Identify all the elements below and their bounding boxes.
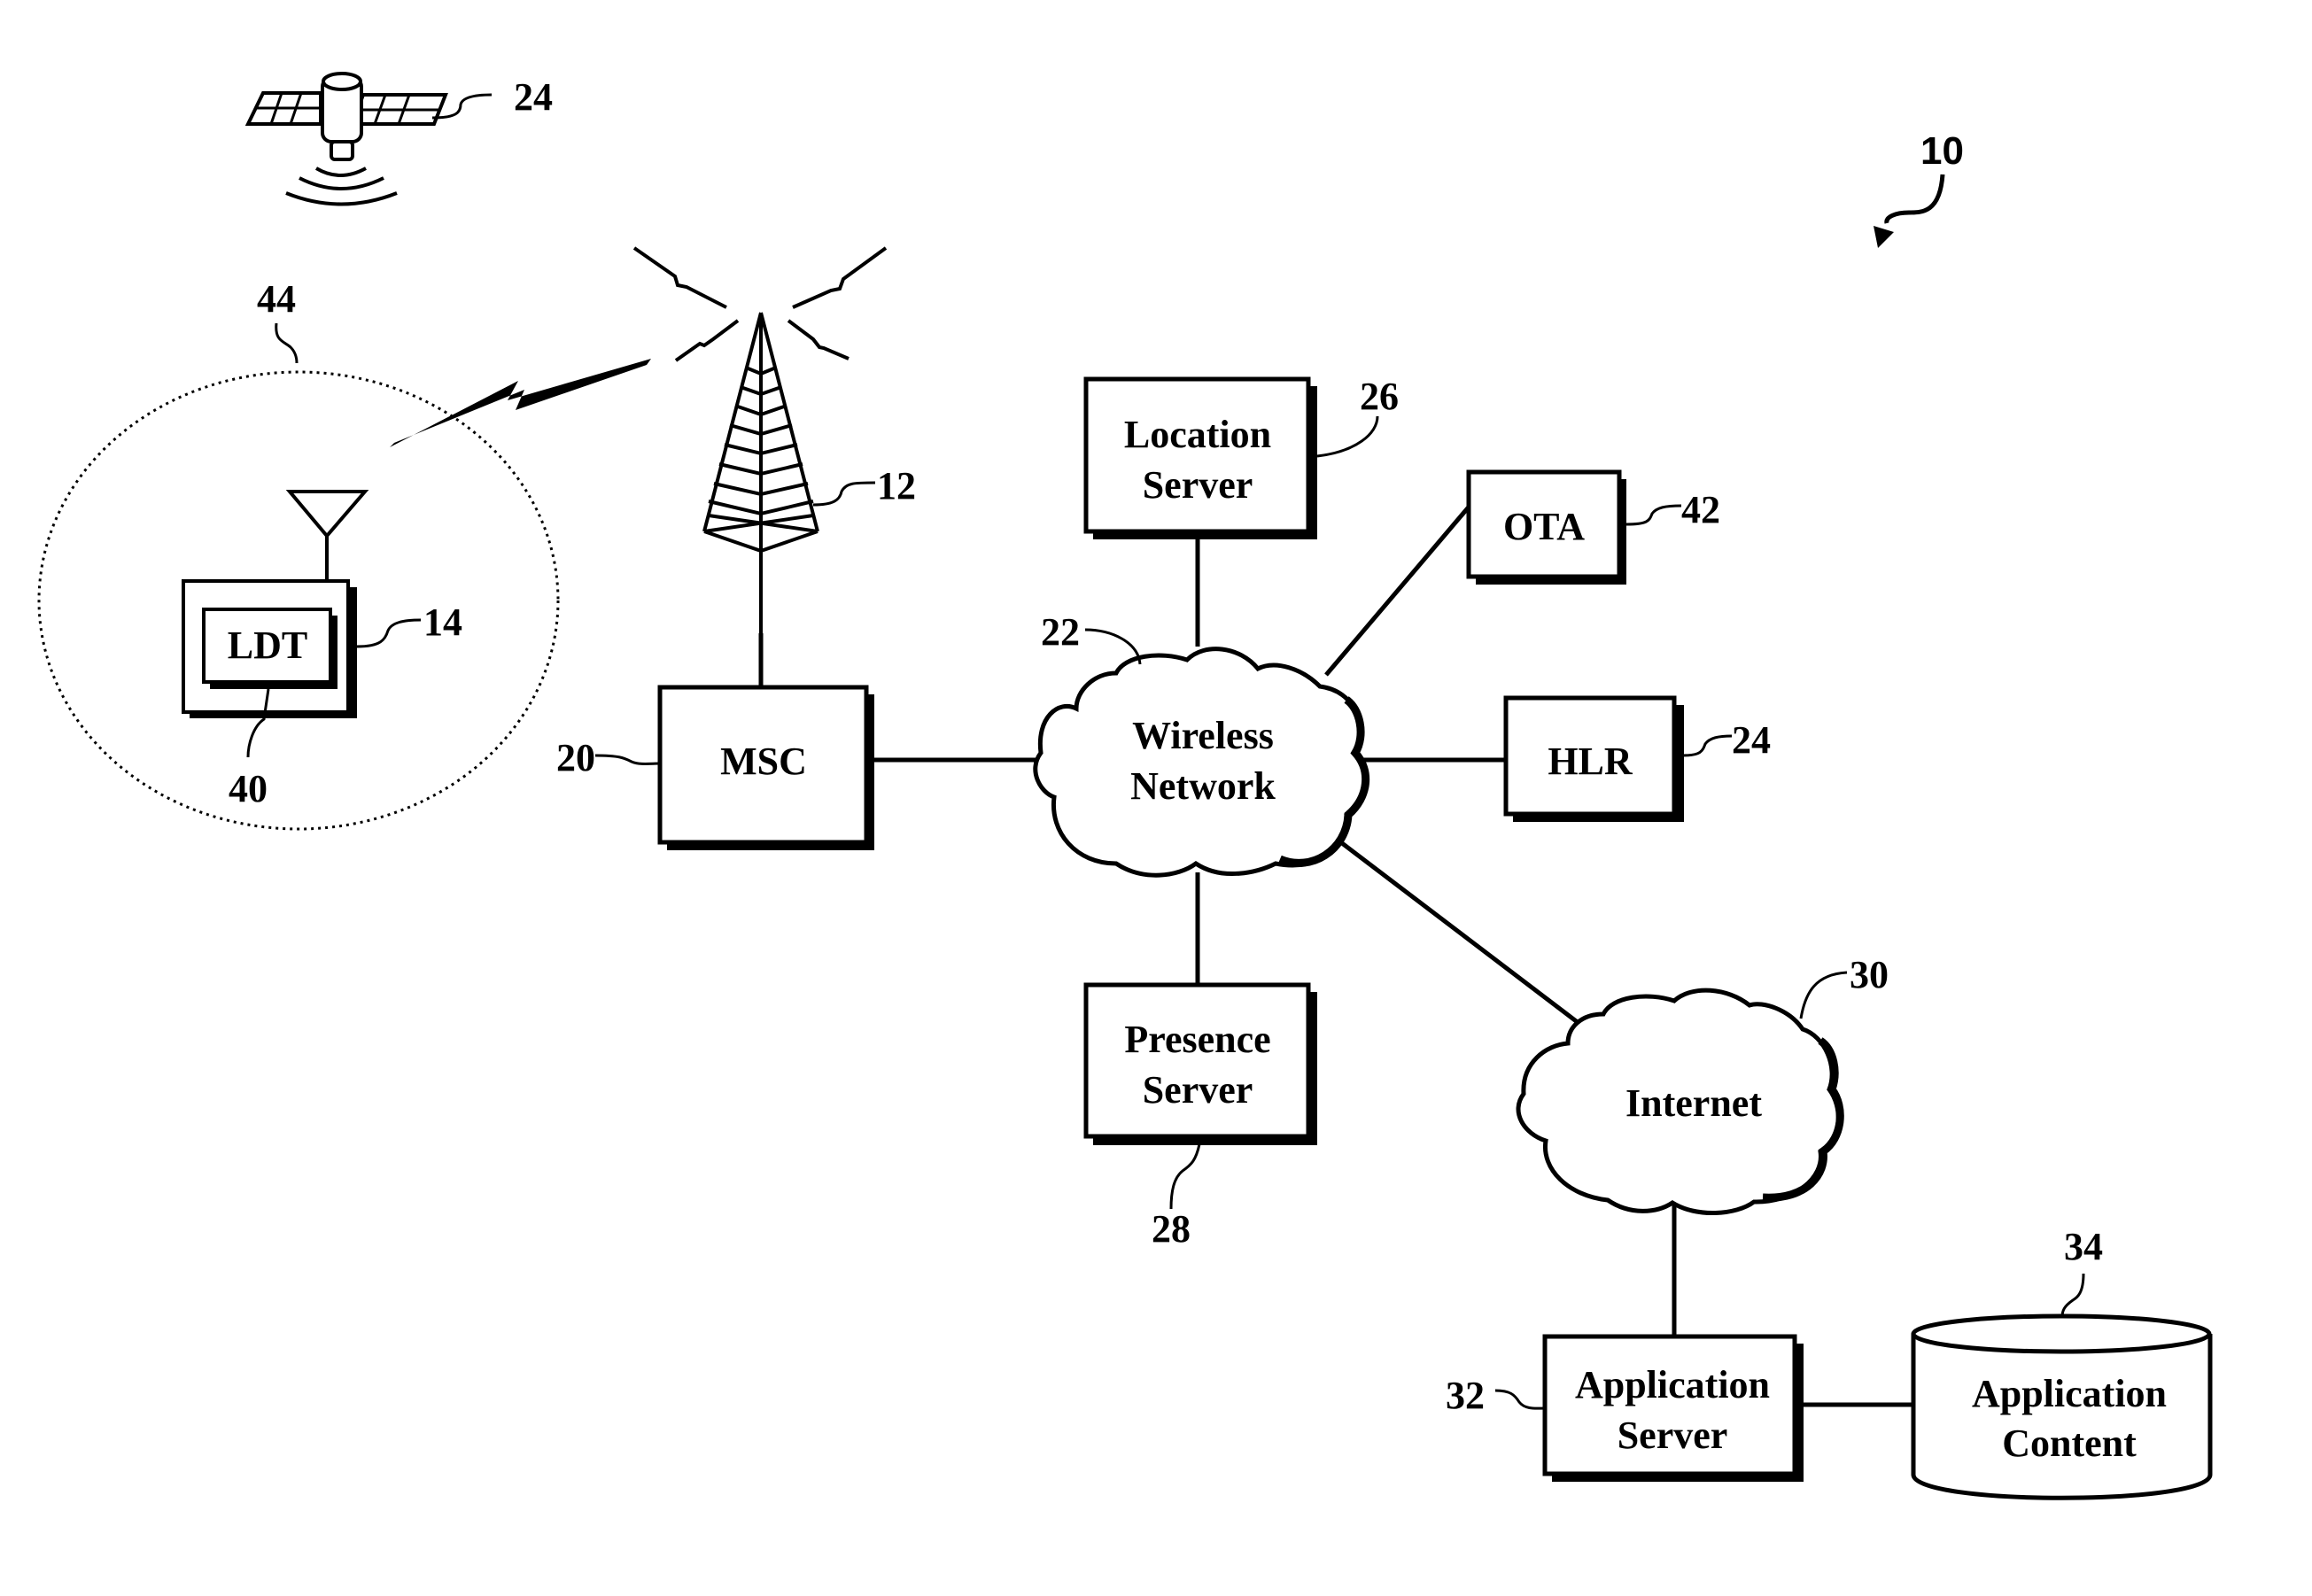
satellite-icon (244, 72, 448, 206)
network-diagram: 10 24 44 LDT 14 40 12 MSC 20 Wireless Ne… (37, 72, 2213, 1500)
cell-tower-icon (632, 246, 888, 633)
application-content-label-line1: Application (1972, 1372, 2167, 1415)
msc-leader (594, 754, 661, 765)
location-server-ref: 26 (1360, 375, 1399, 418)
application-content-leader (2060, 1273, 2085, 1318)
location-server-node[interactable]: Location Server 26 (1083, 375, 1399, 539)
coverage-area: 44 (37, 277, 560, 831)
hlr-leader (1682, 734, 1733, 757)
ldt-ref: 40 (229, 767, 268, 810)
arrow-head-icon (1874, 226, 1894, 248)
application-server-ref: 32 (1446, 1374, 1485, 1417)
antenna-icon (285, 490, 369, 539)
application-content-node[interactable]: Application Content 34 (1911, 1225, 2213, 1500)
application-server-node[interactable]: Application Server 32 (1446, 1334, 1804, 1482)
connections (758, 503, 1913, 1407)
ota-ref: 42 (1681, 488, 1720, 531)
application-server-label-line2: Server (1618, 1414, 1728, 1457)
application-content-cylinder[interactable] (1911, 1334, 2213, 1500)
location-server-leader (1316, 415, 1379, 458)
wireless-network-label-line1: Wireless (1132, 714, 1274, 757)
msc-label: MSC (720, 740, 807, 783)
figure-reference: 10 (1874, 129, 1964, 248)
hlr-ref: 24 (1732, 718, 1771, 762)
device-leader (356, 618, 422, 648)
location-server-label-line2: Server (1143, 463, 1253, 507)
application-content-label-line2: Content (2002, 1422, 2137, 1465)
presence-server-label-line1: Presence (1124, 1018, 1270, 1061)
figure-reference-arrow-line (1884, 174, 1945, 224)
satellite-ref: 24 (514, 75, 553, 119)
database-icon (1911, 1313, 2212, 1354)
tower-ref: 12 (877, 464, 916, 507)
presence-server-label-line2: Server (1143, 1068, 1253, 1112)
connection-ota-wireless-network (1324, 503, 1472, 677)
application-server-leader (1494, 1389, 1546, 1410)
internet-label: Internet (1625, 1081, 1762, 1125)
hlr-label: HLR (1548, 740, 1633, 783)
ota-label: OTA (1503, 505, 1585, 548)
internet-leader (1799, 971, 1848, 1019)
msc-ref: 20 (556, 736, 595, 779)
internet-ref: 30 (1850, 953, 1889, 996)
msc-node[interactable]: MSC 20 (556, 685, 874, 850)
wireless-network-ref: 22 (1041, 610, 1080, 654)
cell-tower: 12 (632, 246, 916, 633)
satellite: 24 (244, 72, 553, 206)
tower-leader (812, 481, 876, 507)
internet-node[interactable]: Internet 30 (1516, 953, 1889, 1216)
ota-leader (1625, 504, 1682, 526)
wireless-network-node[interactable]: Wireless Network 22 (1033, 610, 1370, 878)
ldt-label: LDT (228, 624, 307, 667)
wireless-link-bolt-icon (390, 359, 651, 447)
device-ref: 14 (423, 600, 462, 644)
ota-node[interactable]: OTA 42 (1466, 469, 1720, 585)
wireless-network-label-line2: Network (1130, 764, 1276, 808)
device: LDT 14 40 (182, 490, 462, 810)
hlr-node[interactable]: HLR 24 (1503, 695, 1771, 822)
application-content-ref: 34 (2064, 1225, 2103, 1268)
presence-server-leader (1169, 1143, 1201, 1210)
presence-server-ref: 28 (1152, 1207, 1191, 1251)
coverage-area-ref: 44 (257, 277, 296, 321)
wireless-network-cloud[interactable] (1033, 647, 1367, 878)
application-server-label-line1: Application (1575, 1363, 1770, 1406)
location-server-label-line1: Location (1124, 413, 1271, 456)
coverage-area-leader (275, 322, 299, 364)
figure-reference-label: 10 (1920, 129, 1964, 173)
connection-internet-wireless-network (1340, 841, 1580, 1025)
